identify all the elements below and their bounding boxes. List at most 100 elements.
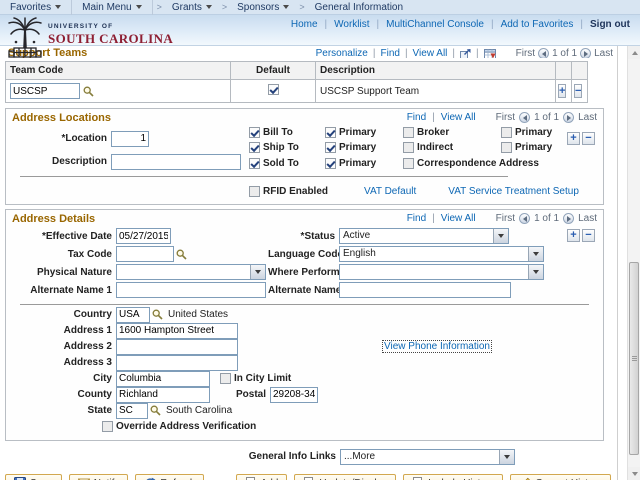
next-page-icon[interactable] — [563, 112, 574, 123]
address-3-input[interactable] — [116, 355, 238, 371]
team-code-input[interactable] — [10, 83, 80, 99]
nav-first-label[interactable]: First — [496, 112, 515, 123]
ship-to-checkbox[interactable] — [249, 142, 260, 153]
scroll-up-icon[interactable] — [628, 46, 640, 59]
view-all-link[interactable]: View All — [441, 112, 476, 123]
include-history-button[interactable]: Include History — [403, 474, 503, 480]
delete-row-button[interactable]: − — [574, 84, 582, 98]
view-phone-information-link[interactable]: View Phone Information — [383, 341, 491, 352]
add-row-button[interactable]: + — [567, 132, 580, 145]
view-all-link[interactable]: View All — [441, 213, 476, 224]
breadcrumb-grants[interactable]: Grants — [166, 2, 218, 13]
download-grid-icon[interactable] — [484, 49, 496, 59]
in-city-limit-field: In City Limit — [220, 373, 291, 384]
prev-page-icon[interactable] — [538, 48, 549, 58]
rfid-enabled-checkbox[interactable] — [249, 186, 260, 197]
logo-line2: SOUTH CAROLINA — [48, 32, 173, 45]
find-link[interactable]: Find — [407, 112, 426, 123]
sold-primary-checkbox[interactable] — [325, 158, 336, 169]
delete-row-button[interactable]: − — [582, 229, 595, 242]
refresh-button[interactable]: Refresh — [135, 474, 204, 480]
city-input[interactable] — [116, 371, 210, 387]
vertical-scrollbar[interactable] — [627, 46, 640, 480]
default-checkbox[interactable] — [268, 84, 279, 95]
vat-default-link[interactable]: VAT Default — [364, 186, 416, 197]
nav-page-indicator: 1 of 1 — [534, 213, 559, 224]
scroll-down-icon[interactable] — [628, 467, 640, 480]
link-sign-out[interactable]: Sign out — [590, 19, 630, 30]
postal-input[interactable] — [270, 387, 318, 403]
status-select[interactable]: Active — [339, 228, 509, 244]
rfid-vat-row: RFID Enabled VAT Default VAT Service Tre… — [249, 184, 603, 198]
personalize-link[interactable]: Personalize — [316, 48, 368, 58]
add-button[interactable]: Add — [236, 474, 288, 480]
prev-page-icon[interactable] — [519, 112, 530, 123]
link-multichannel-console[interactable]: MultiChannel Console — [386, 19, 484, 30]
sold-to-checkbox[interactable] — [249, 158, 260, 169]
breadcrumb-main-menu[interactable]: Main Menu — [72, 0, 152, 15]
country-lookup-icon[interactable] — [152, 309, 163, 320]
physical-nature-select[interactable] — [116, 264, 266, 280]
country-input[interactable] — [116, 307, 150, 323]
scrollbar-thumb[interactable] — [629, 262, 639, 455]
city-label: City — [6, 373, 116, 384]
vat-service-treatment-setup-link[interactable]: VAT Service Treatment Setup — [448, 186, 579, 197]
address-details-nav: Find | View All First 1 of 1 Last — [407, 213, 597, 224]
find-link[interactable]: Find — [380, 48, 399, 58]
indirect-checkbox[interactable] — [403, 142, 414, 153]
breadcrumb-sponsors[interactable]: Sponsors — [231, 2, 295, 13]
address-2-input[interactable] — [116, 339, 238, 355]
alternate-name-1-input[interactable] — [116, 282, 266, 298]
ship-primary-checkbox[interactable] — [325, 142, 336, 153]
save-button[interactable]: Save — [5, 474, 62, 480]
view-all-link[interactable]: View All — [413, 48, 448, 58]
location-description-input[interactable] — [111, 154, 241, 170]
nav-first-label[interactable]: First — [516, 48, 535, 58]
general-info-links-select[interactable]: ...More — [340, 449, 515, 465]
broker-label: Broker — [417, 127, 449, 138]
where-performed-select[interactable] — [339, 264, 544, 280]
team-code-lookup-icon[interactable] — [83, 86, 94, 97]
next-page-icon[interactable] — [580, 48, 591, 58]
delete-row-button[interactable]: − — [582, 132, 595, 145]
next-page-icon[interactable] — [563, 213, 574, 224]
add-row-button[interactable]: + — [567, 229, 580, 242]
county-input[interactable] — [116, 387, 210, 403]
tax-code-lookup-icon[interactable] — [176, 249, 187, 260]
breadcrumb-favorites[interactable]: Favorites — [0, 0, 72, 15]
link-worklist[interactable]: Worklist — [334, 19, 369, 30]
zoom-grid-icon[interactable] — [460, 49, 471, 59]
link-home[interactable]: Home — [291, 19, 318, 30]
nav-last-label[interactable]: Last — [578, 112, 597, 123]
tax-code-input[interactable] — [116, 246, 174, 262]
nav-last-label[interactable]: Last — [594, 48, 613, 58]
language-code-value: English — [340, 247, 528, 261]
correspondence-address-checkbox[interactable] — [403, 158, 414, 169]
find-link[interactable]: Find — [407, 213, 426, 224]
location-input[interactable] — [111, 131, 149, 147]
alternate-name-2-input[interactable] — [339, 282, 511, 298]
update-display-button[interactable]: Update/Display — [294, 474, 396, 480]
bill-primary-checkbox[interactable] — [325, 127, 336, 138]
nav-first-label[interactable]: First — [496, 213, 515, 224]
indirect-primary-checkbox[interactable] — [501, 142, 512, 153]
bill-to-checkbox[interactable] — [249, 127, 260, 138]
notify-button[interactable]: Notify — [69, 474, 129, 480]
address-1-input[interactable] — [116, 323, 238, 339]
nav-last-label[interactable]: Last — [578, 213, 597, 224]
broker-checkbox[interactable] — [403, 127, 414, 138]
state-input[interactable] — [116, 403, 148, 419]
toolbar-left-group: Save Notify Refresh — [5, 474, 204, 480]
language-code-select[interactable]: English — [339, 246, 544, 262]
override-address-verification-checkbox[interactable] — [102, 421, 113, 432]
add-row-button[interactable]: + — [558, 84, 566, 98]
broker-primary-checkbox[interactable] — [501, 127, 512, 138]
ship-primary-label: Primary — [339, 142, 376, 153]
correct-history-button[interactable]: Correct History — [510, 474, 611, 480]
link-add-to-favorites[interactable]: Add to Favorites — [501, 19, 574, 30]
in-city-limit-checkbox[interactable] — [220, 373, 231, 384]
effective-date-input[interactable] — [116, 228, 171, 244]
prev-page-icon[interactable] — [519, 213, 530, 224]
country-label: Country — [6, 309, 116, 320]
state-lookup-icon[interactable] — [150, 405, 161, 416]
